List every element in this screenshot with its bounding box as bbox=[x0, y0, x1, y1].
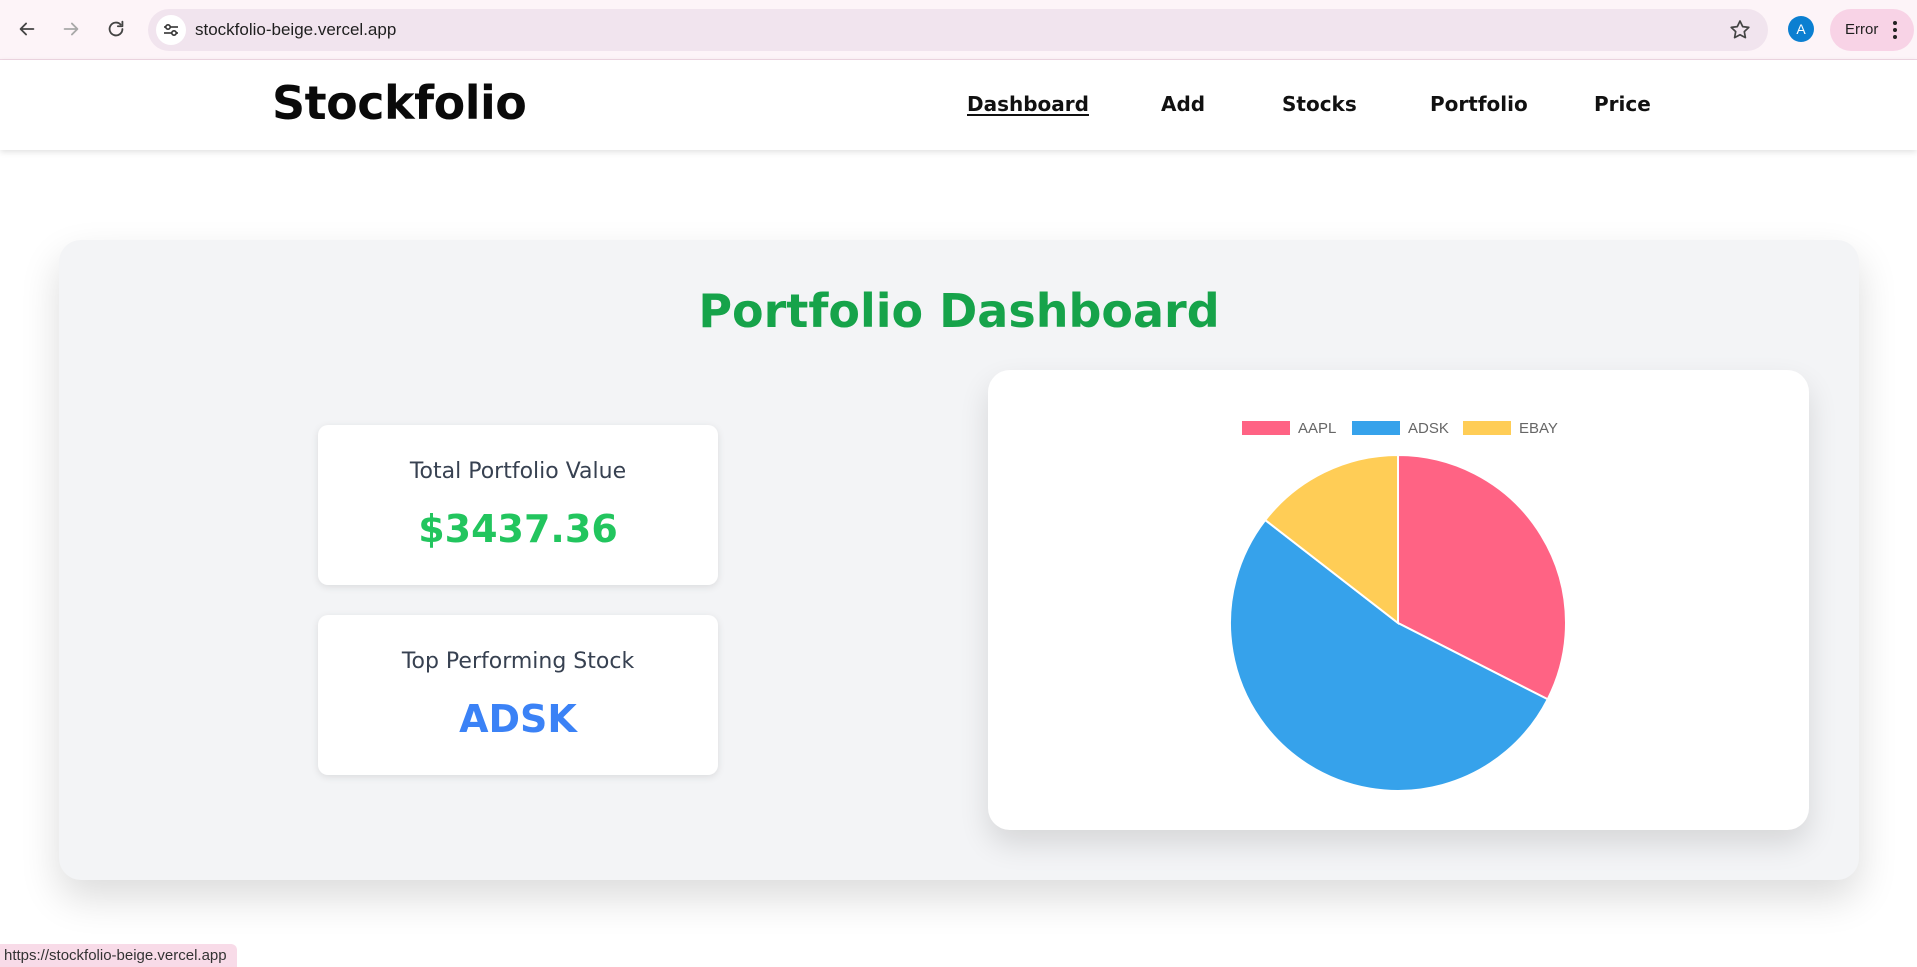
legend-label-adsk[interactable]: ADSK bbox=[1408, 420, 1449, 437]
error-button[interactable]: Error bbox=[1830, 9, 1914, 51]
nav-stocks[interactable]: Stocks bbox=[1282, 92, 1357, 116]
total-value-label: Total Portfolio Value bbox=[409, 459, 627, 484]
legend-swatch-aapl[interactable] bbox=[1242, 421, 1290, 435]
nav-add[interactable]: Add bbox=[1161, 92, 1205, 116]
top-stock-label: Top Performing Stock bbox=[401, 649, 635, 674]
legend-swatch-adsk[interactable] bbox=[1352, 421, 1400, 435]
nav-dashboard[interactable]: Dashboard bbox=[967, 92, 1089, 116]
legend-label-ebay[interactable]: EBAY bbox=[1519, 420, 1558, 437]
back-button[interactable] bbox=[8, 10, 46, 48]
profile-avatar[interactable]: A bbox=[1788, 16, 1814, 42]
forward-button[interactable] bbox=[52, 10, 90, 48]
pie-chart: AAPL ADSK EBAY bbox=[1229, 420, 1567, 792]
status-url-preview: https://stockfolio-beige.vercel.app bbox=[0, 944, 237, 967]
pie-chart-card: AAPL ADSK EBAY bbox=[988, 370, 1809, 830]
more-vert-icon bbox=[1893, 21, 1897, 39]
browser-toolbar: stockfolio-beige.vercel.app A Error bbox=[0, 0, 1917, 60]
reload-button[interactable] bbox=[97, 10, 135, 48]
page-title: Portfolio Dashboard bbox=[698, 284, 1220, 338]
tune-icon bbox=[164, 23, 178, 37]
site-info-button[interactable] bbox=[156, 15, 186, 45]
top-stock-ticker: ADSK bbox=[459, 697, 577, 741]
arrow-left-icon bbox=[19, 22, 35, 36]
total-value-card: Total Portfolio Value $3437.36 bbox=[318, 425, 718, 585]
top-stock-card: Top Performing Stock ADSK bbox=[318, 615, 718, 775]
arrow-right-icon bbox=[63, 22, 79, 36]
dashboard-panel: Portfolio Dashboard Total Portfolio Valu… bbox=[59, 240, 1859, 880]
bookmark-star-icon[interactable] bbox=[1728, 18, 1752, 42]
legend-label-aapl[interactable]: AAPL bbox=[1298, 420, 1336, 437]
nav-price[interactable]: Price bbox=[1594, 92, 1651, 116]
legend-swatch-ebay[interactable] bbox=[1463, 421, 1511, 435]
reload-icon bbox=[108, 20, 124, 37]
address-bar[interactable]: stockfolio-beige.vercel.app bbox=[148, 9, 1768, 51]
url-text[interactable]: stockfolio-beige.vercel.app bbox=[195, 9, 396, 51]
error-label: Error bbox=[1845, 21, 1879, 38]
total-value-amount: $3437.36 bbox=[418, 507, 618, 551]
site-header: Stockfolio Dashboard Add Stocks Portfoli… bbox=[0, 60, 1917, 150]
nav-portfolio[interactable]: Portfolio bbox=[1430, 92, 1528, 116]
brand-logo[interactable]: Stockfolio bbox=[272, 76, 527, 130]
